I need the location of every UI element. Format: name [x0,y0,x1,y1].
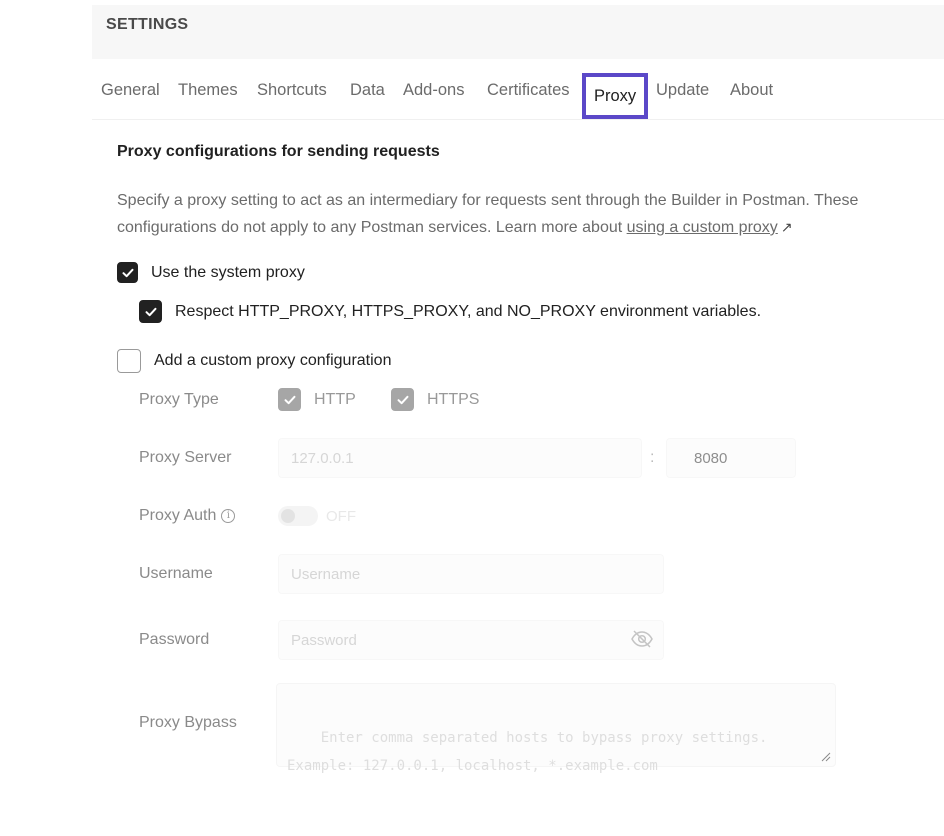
checkmark-icon [145,307,156,316]
http-checkbox[interactable] [278,388,301,411]
settings-tabs: General Themes Shortcuts Data Add-ons Ce… [92,73,944,120]
server-port-separator: : [650,449,655,466]
http-option: HTTP [278,388,356,411]
tab-general[interactable]: General [101,81,160,100]
custom-proxy-checkbox[interactable] [117,349,141,373]
tab-add-ons[interactable]: Add-ons [403,81,464,100]
proxy-auth-label: Proxy Auth [139,507,217,524]
settings-header: SETTINGS [92,5,944,59]
toggle-knob [281,509,295,523]
tab-data[interactable]: Data [350,81,385,100]
tab-themes[interactable]: Themes [178,81,238,100]
respect-env-label: Respect HTTP_PROXY, HTTPS_PROXY, and NO_… [175,302,762,320]
resize-handle-icon[interactable] [821,752,831,762]
proxy-auth-label-row: Proxy Auth i [139,507,236,525]
custom-proxy-link[interactable]: using a custom proxy [627,219,778,236]
info-icon[interactable]: i [221,508,236,523]
custom-proxy-label: Add a custom proxy configuration [154,352,392,369]
https-label: HTTPS [427,390,480,408]
proxy-auth-state: OFF [326,508,356,525]
proxy-server-label: Proxy Server [139,449,232,466]
http-label: HTTP [314,390,356,408]
password-placeholder: Password [291,631,357,649]
https-option: HTTPS [391,388,479,411]
tab-certificates[interactable]: Certificates [487,81,570,100]
checkmark-icon [397,395,408,404]
https-checkbox[interactable] [391,388,414,411]
proxy-server-placeholder: 127.0.0.1 [291,449,354,467]
proxy-type-label: Proxy Type [139,391,219,408]
use-system-proxy-label: Use the system proxy [151,263,305,281]
proxy-auth-toggle[interactable] [278,506,318,526]
proxy-bypass-label: Proxy Bypass [139,714,237,731]
respect-env-checkbox[interactable] [139,300,162,323]
proxy-port-value: 8080 [694,449,728,467]
proxy-bypass-textarea[interactable]: Enter comma separated hosts to bypass pr… [276,683,836,774]
checkmark-icon [122,268,133,277]
tab-update[interactable]: Update [656,81,709,100]
checkmark-icon [284,395,295,404]
username-label: Username [139,565,213,582]
proxy-description: Specify a proxy setting to act as an int… [117,187,944,241]
bypass-placeholder: Enter comma separated hosts to bypass pr… [287,730,768,774]
tab-shortcuts[interactable]: Shortcuts [257,81,327,100]
proxy-port-input[interactable]: 8080 [666,438,796,478]
use-system-proxy-checkbox[interactable] [117,262,138,283]
password-label: Password [139,631,210,648]
proxy-server-input[interactable]: 127.0.0.1 [278,438,642,478]
tab-proxy[interactable]: Proxy [581,73,649,119]
external-link-icon: ↗ [780,219,793,235]
username-input[interactable]: Username [278,554,664,594]
eye-off-icon[interactable] [630,629,654,649]
use-system-proxy-row: Use the system proxy [117,262,305,283]
settings-panel: SETTINGS General Themes Shortcuts Data A… [92,5,944,788]
tab-about[interactable]: About [730,81,773,100]
username-placeholder: Username [291,565,361,583]
settings-title: SETTINGS [106,16,189,33]
respect-env-row: Respect HTTP_PROXY, HTTPS_PROXY, and NO_… [139,300,761,323]
section-title: Proxy configurations for sending request… [117,143,440,160]
custom-proxy-row: Add a custom proxy configuration [117,349,391,373]
password-input[interactable]: Password [278,620,664,660]
